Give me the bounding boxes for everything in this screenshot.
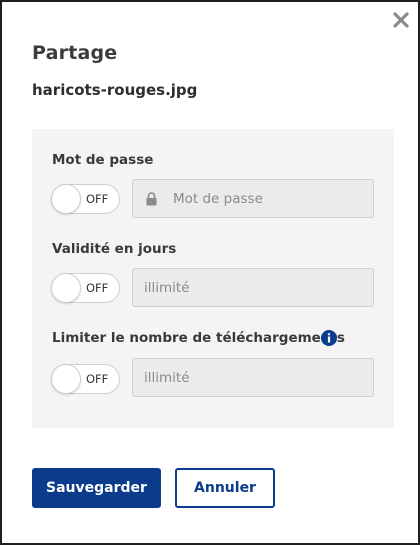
toggle-state: OFF: [86, 372, 109, 386]
validity-placeholder: illimité: [144, 279, 190, 296]
lock-icon: [146, 191, 157, 205]
share-options-panel: Mot de passe OFF Mot de passe Validité e…: [32, 129, 394, 428]
validity-input[interactable]: illimité: [132, 268, 374, 307]
file-name: haricots-rouges.jpg: [32, 81, 198, 99]
info-icon[interactable]: [321, 330, 337, 346]
download-limit-label: Limiter le nombre de téléchargements: [52, 330, 345, 346]
toggle-state: OFF: [86, 192, 109, 206]
password-input[interactable]: Mot de passe: [132, 179, 374, 218]
toggle-state: OFF: [86, 281, 109, 295]
toggle-knob: [51, 273, 81, 303]
toggle-knob: [51, 184, 81, 214]
password-toggle[interactable]: OFF: [51, 184, 120, 214]
toggle-knob: [51, 364, 81, 394]
dialog-title: Partage: [32, 42, 118, 64]
save-button[interactable]: Sauvegarder: [32, 468, 161, 508]
cancel-button[interactable]: Annuler: [175, 468, 275, 508]
password-label: Mot de passe: [52, 152, 154, 168]
validity-toggle[interactable]: OFF: [51, 273, 120, 303]
share-dialog: Partage haricots-rouges.jpg Mot de passe…: [0, 0, 420, 545]
download-limit-toggle[interactable]: OFF: [51, 364, 120, 394]
validity-label: Validité en jours: [52, 241, 177, 257]
download-limit-placeholder: illimité: [144, 369, 190, 386]
close-icon[interactable]: [392, 11, 410, 29]
password-placeholder: Mot de passe: [173, 190, 263, 207]
download-limit-input[interactable]: illimité: [132, 358, 374, 397]
